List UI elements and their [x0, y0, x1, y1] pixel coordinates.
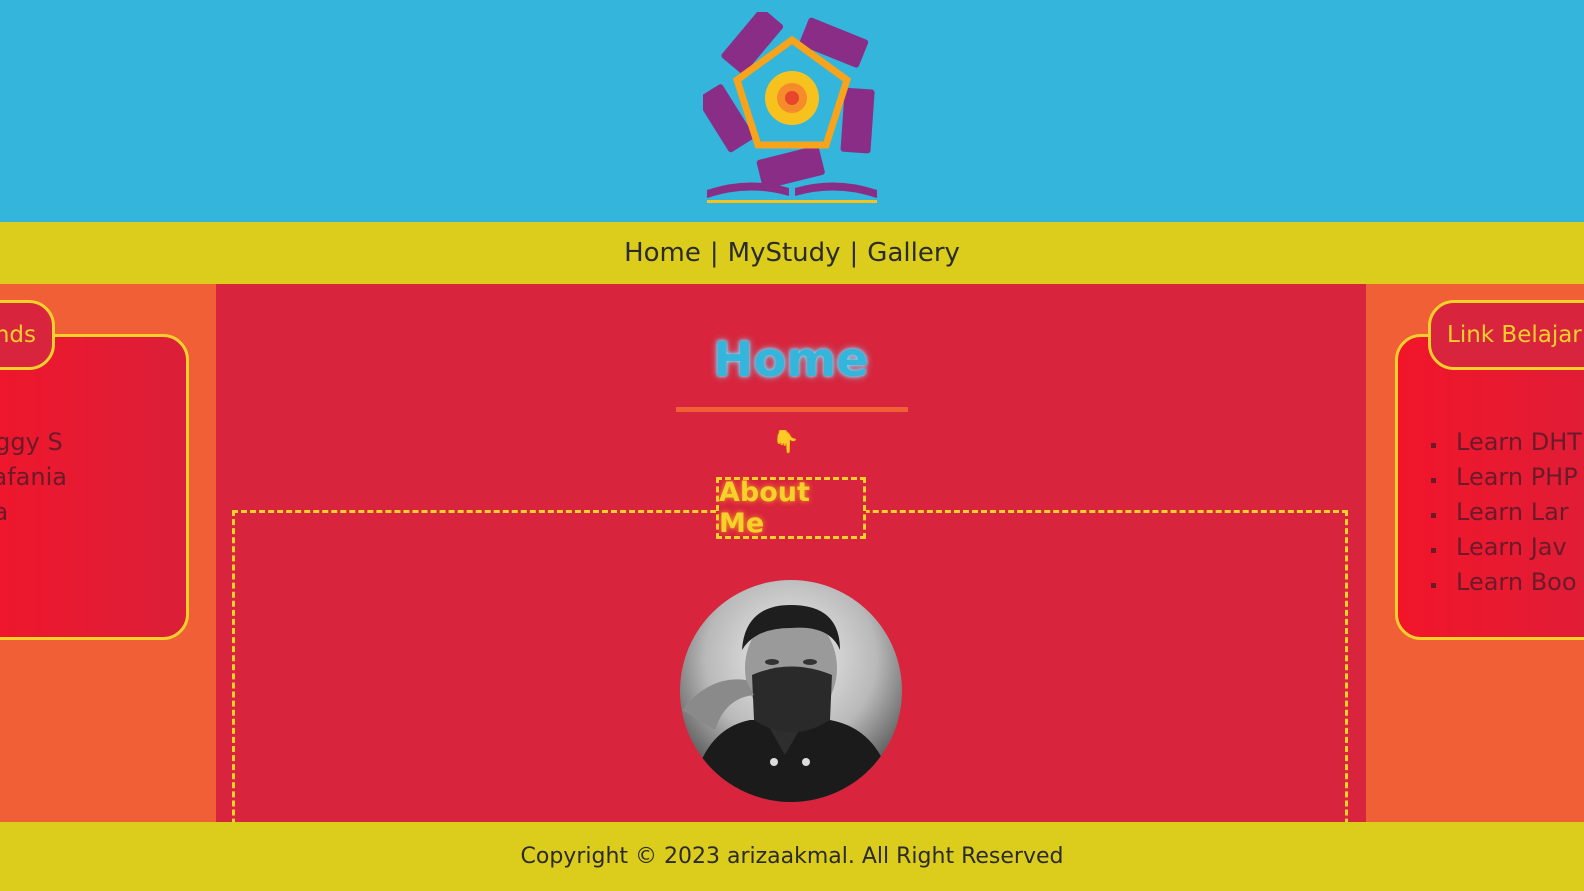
copyright-text: Copyright © 2023 arizaakmal. All Right R…	[520, 844, 1064, 869]
friends-list: Eggy S safania ka s	[0, 425, 67, 565]
nav-mystudy-link[interactable]: MyStudy	[728, 238, 841, 268]
header	[0, 0, 1584, 222]
main-content: Home 👇 About Me	[216, 284, 1366, 822]
list-item[interactable]: safania	[0, 460, 67, 495]
nav-separator: |	[849, 238, 859, 268]
list-item[interactable]: s	[0, 530, 67, 565]
learning-link[interactable]: Learn PHP	[1448, 460, 1582, 495]
page-title: Home	[713, 332, 869, 388]
nav-gallery-link[interactable]: Gallery	[867, 238, 960, 268]
learning-link[interactable]: Learn Lar	[1448, 495, 1582, 530]
main-navigation: Home | MyStudy | Gallery	[0, 222, 1584, 284]
title-underline	[676, 407, 908, 412]
list-item[interactable]: Eggy S	[0, 425, 67, 460]
about-me-heading: About Me	[716, 477, 866, 539]
pentagon-book-logo[interactable]	[703, 12, 881, 204]
nav-separator: |	[709, 238, 719, 268]
nav-home-link[interactable]: Home	[624, 238, 701, 268]
pointing-hand-icon: 👇	[772, 430, 800, 455]
footer: Copyright © 2023 arizaakmal. All Right R…	[0, 822, 1584, 891]
list-item[interactable]: ka	[0, 495, 67, 530]
learning-link[interactable]: Learn DHT	[1448, 425, 1582, 460]
learning-link[interactable]: Learn Jav	[1448, 530, 1582, 565]
learning-links-title: Link Belajar	[1428, 300, 1584, 370]
learning-links-list: Learn DHT Learn PHP Learn Lar Learn Jav …	[1448, 425, 1582, 600]
profile-avatar	[680, 580, 902, 802]
learning-link[interactable]: Learn Boo	[1448, 565, 1582, 600]
friends-panel-title: nds	[0, 300, 55, 370]
